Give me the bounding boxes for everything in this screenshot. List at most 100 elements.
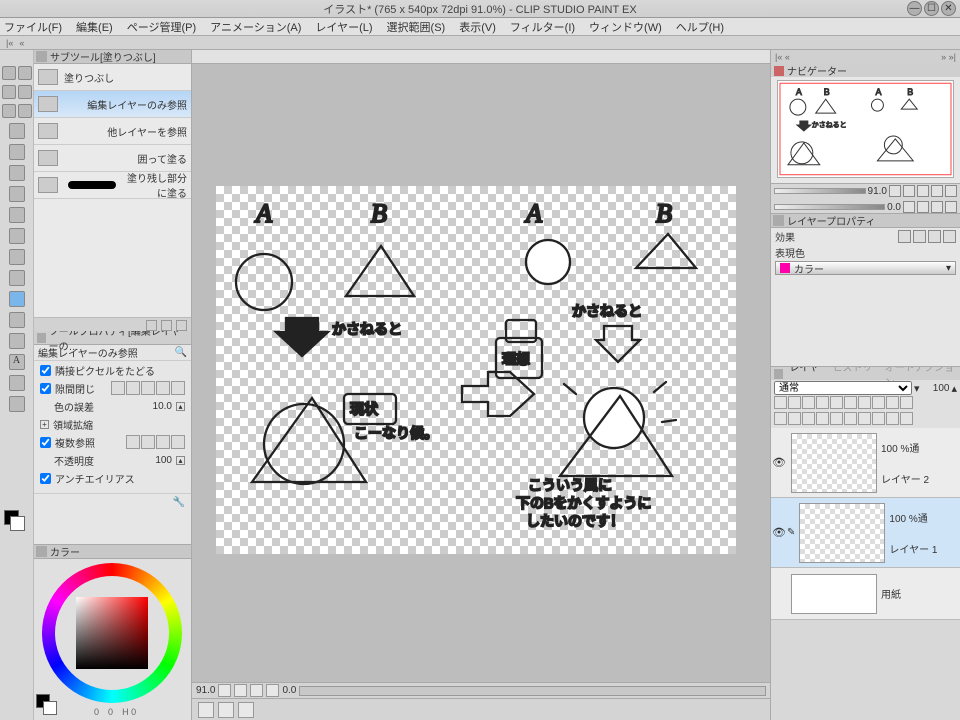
color-swatch[interactable] [4,510,26,532]
blend-mode-select[interactable]: 通常 [774,381,912,395]
tool-figure[interactable] [9,333,25,349]
maximize-button[interactable]: ☐ [924,1,939,16]
navigator-panel: ナビゲーター ABAB かさねると [771,64,960,184]
tool-text[interactable]: A [9,354,25,370]
subtool-fill[interactable]: 塗りつぶし [34,64,191,91]
minimize-button[interactable]: — [907,1,922,16]
tool-airbrush[interactable] [9,207,25,223]
menu-select[interactable]: 選択範囲(S) [387,19,446,35]
tool-balloon[interactable] [9,375,25,391]
tool-fill[interactable] [9,291,25,307]
layer-row[interactable]: 👁100 %通レイヤー 2 [771,428,960,498]
layer-row-paper[interactable]: 用紙 [771,568,960,620]
tool-pen[interactable] [9,144,25,160]
multi-checkbox[interactable] [40,437,51,448]
tool-zoom[interactable] [2,66,16,80]
flip-h-icon[interactable] [945,201,957,213]
menubar: ファイル(F) 編集(E) ページ管理(P) アニメーション(A) レイヤー(L… [0,18,960,36]
frame-icon[interactable] [218,702,234,718]
tool-ruler[interactable] [9,396,25,412]
effect-border-icon[interactable] [898,230,911,243]
bucket-icon [38,123,58,139]
nav-prev-icon[interactable]: « [19,38,24,48]
zoom-out-icon[interactable] [889,185,901,197]
nav-first-icon[interactable]: |« [6,38,13,48]
tool-marquee[interactable] [2,104,16,118]
subtool-enclose[interactable]: 囲って塗る [34,145,191,172]
fg-bg-swatch[interactable] [36,694,58,716]
navigator-controls: 91.0 0.0 [771,184,960,214]
tool-eyedropper[interactable] [9,123,25,139]
canvas[interactable]: AB AB かさねると かさねると 理想 現状 こー [192,64,770,682]
menu-view[interactable]: 表示(V) [459,19,496,35]
hscroll[interactable] [299,686,766,696]
tool-property-panel: ツールプロパティ[編集レイヤーの… 編集レイヤーのみ参照🔍 隣接ピクセルをたどる… [34,331,191,544]
subtool-tab[interactable]: サブツール[塗りつぶし] [34,50,191,64]
menu-icon[interactable] [161,320,172,331]
tool-layermove[interactable] [18,85,32,99]
aa-checkbox[interactable] [40,473,51,484]
rotate-reset-icon[interactable] [931,201,943,213]
zoom-in-icon[interactable] [903,185,915,197]
tool-operation[interactable] [2,85,16,99]
palette-icon[interactable]: ▾ [914,382,920,395]
navigator-thumb[interactable]: ABAB かさねると [777,80,954,178]
tool-pencil[interactable] [9,165,25,181]
subtool-leftover[interactable]: 塗り残し部分に塗る [34,172,191,199]
rotate-cw-icon[interactable] [917,201,929,213]
effect-layer-icon[interactable] [928,230,941,243]
grid-icon[interactable] [945,185,957,197]
tool-blend[interactable] [9,270,25,286]
tool-wand[interactable] [18,104,32,118]
zoom-in-icon[interactable] [250,684,263,697]
tool-eraser[interactable] [9,249,25,265]
effect-tone-icon[interactable] [913,230,926,243]
color-panel: カラー 0 0 H 0 [34,544,191,720]
timeline-icon-[interactable] [198,702,214,718]
subtool-other-layer[interactable]: 他レイヤーを参照 [34,118,191,145]
trash-icon[interactable] [176,320,187,331]
menu-page[interactable]: ページ管理(P) [127,19,196,35]
zoom-slider[interactable] [774,188,866,194]
subtool-edit-layer-only[interactable]: 編集レイヤーのみ参照 [34,91,191,118]
svg-text:こーなり候。: こーなり候。 [354,425,438,441]
visibility-icon[interactable]: 👁 [771,526,787,539]
menu-window[interactable]: ウィンドウ(W) [589,19,662,35]
adjacent-checkbox[interactable] [40,365,51,376]
stepper-up[interactable]: ▴ [176,402,185,411]
visibility-icon[interactable]: 👁 [771,456,787,469]
menu-help[interactable]: ヘルプ(H) [676,19,724,35]
tool-gradient[interactable] [9,312,25,328]
layer-row[interactable]: 👁✎100 %通レイヤー 1 [771,498,960,568]
edit-icon[interactable]: ✎ [787,527,795,538]
search-icon[interactable]: 🔍 [175,347,187,358]
close-button[interactable]: ✕ [941,1,956,16]
menu-layer[interactable]: レイヤー(L) [315,19,372,35]
rotate-slider[interactable] [774,204,885,210]
lock-icon[interactable] [146,320,157,331]
wrench-icon[interactable]: 🔧 [173,497,185,508]
stepper-up[interactable]: ▴ [176,456,185,465]
expression-color-select[interactable]: カラー▾ [775,261,956,275]
toggle[interactable]: + [40,420,49,429]
flip-icon[interactable] [931,185,943,197]
zoom-out-icon[interactable] [234,684,247,697]
menu-edit[interactable]: 編集(E) [76,19,113,35]
stepper[interactable]: ▴ [951,382,957,395]
zoom-100-icon[interactable] [266,684,279,697]
menu-anim[interactable]: アニメーション(A) [210,19,301,35]
menu-filter[interactable]: フィルター(I) [510,19,575,35]
gap-checkbox[interactable] [40,383,51,394]
zoom-fit-icon[interactable] [218,684,231,697]
color-square[interactable] [76,597,148,669]
canvas-area: イラスト* • AB AB かさねると かさねると [192,50,770,720]
tool-deco[interactable] [9,228,25,244]
tool-move[interactable] [18,66,32,80]
tool-brush[interactable] [9,186,25,202]
effect-color-icon[interactable] [943,230,956,243]
rotate-ccw-icon[interactable] [903,201,915,213]
zoom-fit-icon[interactable] [917,185,929,197]
titlebar: イラスト* (765 x 540px 72dpi 91.0%) - CLIP S… [0,0,960,18]
menu-file[interactable]: ファイル(F) [4,19,62,35]
cel-icon[interactable] [238,702,254,718]
